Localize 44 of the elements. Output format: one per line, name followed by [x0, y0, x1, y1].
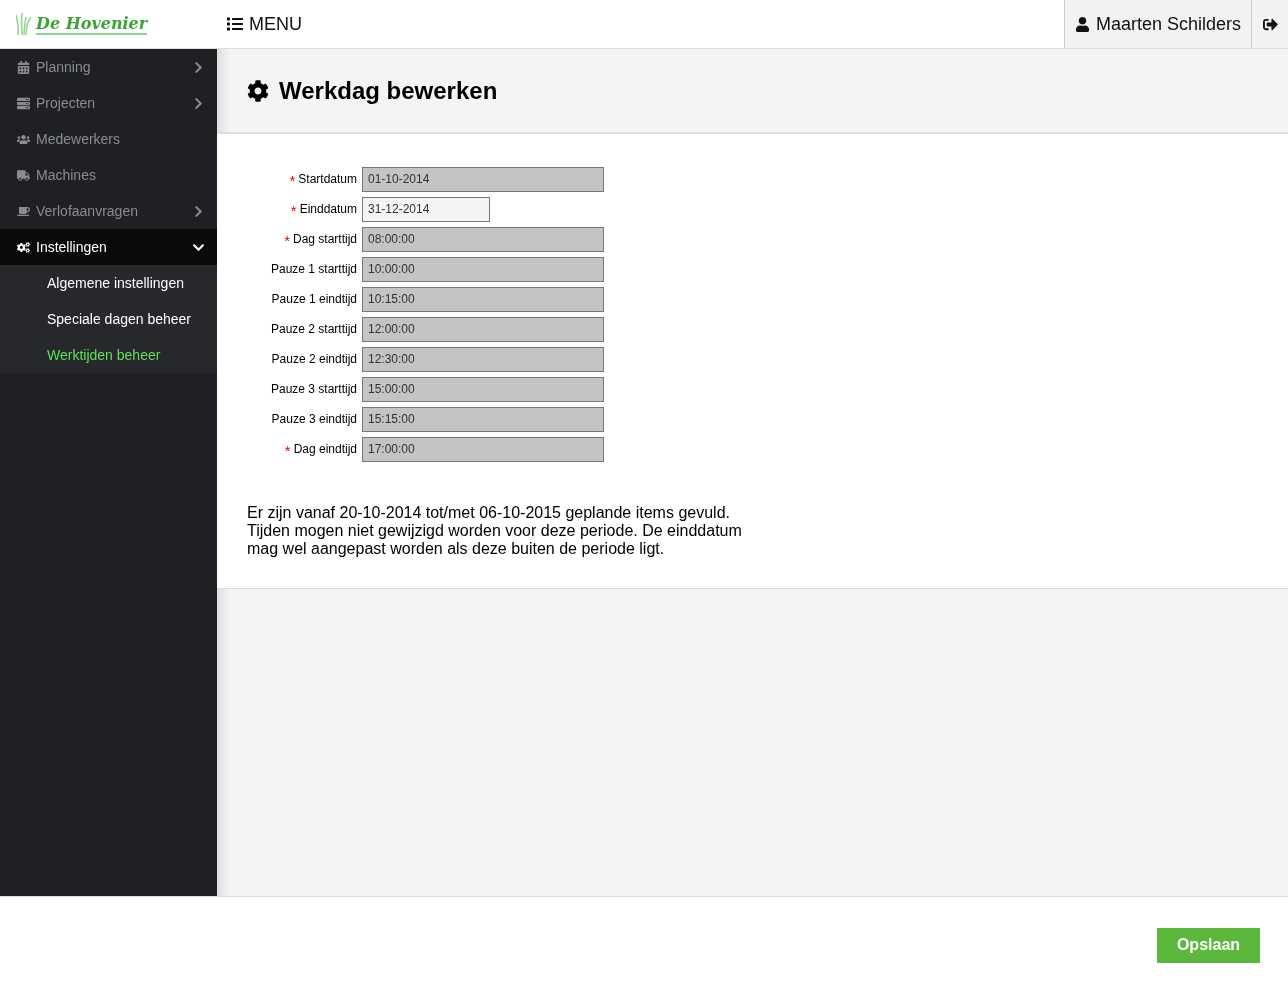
required-mark: *	[290, 202, 297, 219]
field-label: Einddatum	[299, 202, 357, 216]
sidebar-item[interactable]: Medewerkers	[0, 121, 217, 157]
logout-icon	[1262, 16, 1278, 32]
field-label: Pauze 3 eindtijd	[271, 412, 357, 426]
cup-icon	[17, 204, 30, 218]
field-label: Pauze 3 starttijd	[270, 382, 357, 396]
chevron-right-icon	[192, 60, 205, 74]
logout-button[interactable]	[1251, 0, 1288, 48]
sidebar-item[interactable]: Machines	[0, 157, 217, 193]
submenu-item[interactable]: Algemene instellingen	[0, 265, 217, 301]
grass-icon	[16, 13, 32, 35]
sidebar-item[interactable]: Instellingen	[0, 229, 217, 265]
required-mark: *	[289, 172, 296, 189]
field-label: Pauze 2 eindtijd	[271, 352, 357, 366]
chevron-right-icon	[192, 96, 205, 110]
calendar-icon	[17, 60, 30, 74]
users-icon	[17, 132, 30, 146]
submenu-item[interactable]: Werktijden beheer	[0, 337, 217, 373]
input-field[interactable]: 31-12-2014	[362, 196, 490, 222]
chevron-right-icon	[192, 204, 205, 218]
field-label: Pauze 1 eindtijd	[271, 292, 357, 306]
user-icon	[1074, 16, 1090, 32]
menu-button[interactable]: MENU	[217, 0, 312, 48]
sidebar-item[interactable]: Planning	[0, 49, 217, 85]
field-label: Dag eindtijd	[293, 442, 357, 456]
field-label: Pauze 1 starttijd	[270, 262, 357, 276]
required-mark: *	[284, 232, 290, 249]
required-mark: *	[284, 442, 291, 459]
logo: De Hovenier	[36, 13, 148, 35]
settings-icon	[247, 79, 269, 102]
field-label: Dag starttijd	[292, 232, 357, 246]
truck-icon	[17, 168, 30, 182]
menu-icon	[227, 16, 243, 32]
user-button[interactable]: Maarten Schilders	[1063, 0, 1251, 48]
submenu-item[interactable]: Speciale dagen beheer	[0, 301, 217, 337]
page-title: Werkdag bewerken	[279, 76, 498, 105]
field-label: Startdatum	[298, 172, 357, 186]
list-icon	[17, 96, 30, 110]
field-label: Pauze 2 starttijd	[270, 322, 357, 336]
notice-text: Er zijn vanaf 20-10-2014 tot/met 06-10-2015 geplande items gevuld. Tijden mogen niet gewijzigd worden voor deze periode. De einddatum mag wel aangepast worden als deze buiten de periode ligt.	[247, 504, 743, 558]
sidebar-item[interactable]: Projecten	[0, 85, 217, 121]
gears-icon	[17, 240, 30, 254]
sidebar-item[interactable]: Verlofaanvragen	[0, 193, 217, 229]
